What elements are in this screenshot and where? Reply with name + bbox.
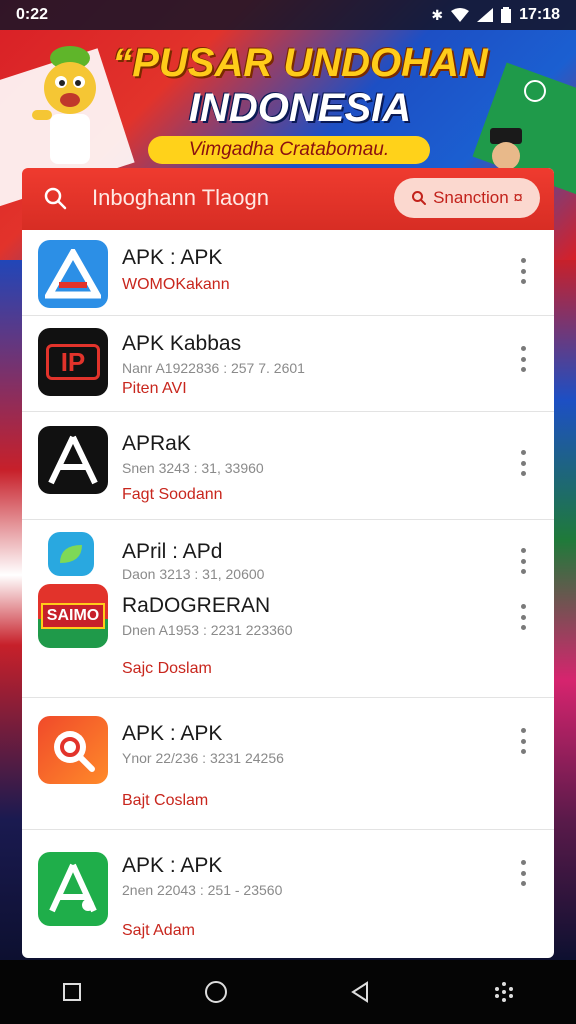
app-meta: Nanr A1922836 : 257 7. 2601 [122,360,305,376]
home-button[interactable] [196,972,236,1012]
list-item[interactable]: APK : APK WOMOKakann [22,232,554,316]
search-bar: Inboghann Tlaogn Snanction ¤ [22,168,554,230]
list-item[interactable]: APRaK Snen 3243 : 31, 33960 Fagt Soodann [22,412,554,520]
circle-icon [205,981,227,1003]
app-list-panel: Inboghann Tlaogn Snanction ¤ APK : APK W… [22,168,554,958]
search-button-icon [412,191,427,205]
dots-grid-icon [495,982,513,1002]
banner-title-secondary: INDONESIA [188,86,412,130]
apk-black-a-icon [38,426,108,494]
app-name: APK : APK [122,722,223,745]
app-name: APK : APK [122,246,223,269]
search-button[interactable]: Snanction ¤ [394,178,540,218]
list-item[interactable]: APK : APK 2nen 22043 : 251 - 23560 Sajt … [22,830,554,958]
more-options-icon[interactable] [516,604,530,630]
app-tag: Sajt Adam [122,922,195,939]
list-item[interactable]: APril : APd Daon 3213 : 31, 20600 SAIMO … [22,520,554,698]
green-a-icon [38,852,108,926]
square-icon [63,983,81,1001]
app-tag: Piten AVI [122,380,187,397]
app-tag: Sajc Doslam [122,660,212,677]
recent-apps-button[interactable] [52,972,92,1012]
search-icon[interactable] [42,185,68,211]
more-options-icon[interactable] [516,450,530,476]
status-bar: 0:22 ✱ 17:18 [0,0,576,30]
orange-search-icon [38,716,108,784]
wifi-icon [451,8,470,22]
app-meta: Ynor 22/236 : 3231 24256 [122,750,284,766]
apk-blue-a-icon [38,240,108,308]
signal-icon [477,8,494,22]
more-options-icon[interactable] [516,860,530,886]
saimo-icon: SAIMO [38,584,108,648]
status-time-right: 17:18 [519,6,560,23]
app-tag: WOMOKakann [122,276,230,293]
saimo-logo: SAIMO [40,603,106,629]
search-button-label: Snanction ¤ [433,188,523,207]
list-item[interactable]: APK : APK Ynor 22/236 : 3231 24256 Bajt … [22,698,554,830]
green-leaf-icon [48,532,94,576]
system-nav-bar [0,960,576,1024]
app-meta: Daon 3213 : 31, 20600 [122,566,265,582]
more-options-icon[interactable] [516,346,530,372]
app-name: APK : APK [122,854,223,877]
app-tag: Bajt Coslam [122,792,209,809]
bluetooth-icon: ✱ [431,6,444,23]
status-icons: ✱ 17:18 [431,6,560,24]
banner-circle-icon[interactable] [524,80,546,102]
app-meta: Snen 3243 : 31, 33960 [122,460,264,476]
assistant-button[interactable] [484,972,524,1012]
app-name: APril : APd [122,540,223,563]
search-input[interactable]: Inboghann Tlaogn [92,185,269,211]
app-meta: 2nen 22043 : 251 - 23560 [122,882,283,898]
promo-banner: “PUSAR UNDOHAN INDONESIA Vimgadha Cratab… [0,30,576,198]
more-options-icon[interactable] [516,258,530,284]
app-meta: Dnen A1953 : 2231 223360 [122,622,293,638]
app-name: RaDOGRERAN [122,594,271,617]
mascot-illustration [32,46,96,164]
ip-red-icon: IP [38,328,108,396]
status-time-left: 0:22 [16,6,49,23]
back-button[interactable] [340,972,380,1012]
list-item[interactable]: IP APK Kabbas Nanr A1922836 : 257 7. 260… [22,316,554,412]
app-name: APK Kabbas [122,332,242,355]
more-options-icon[interactable] [516,728,530,754]
app-name: APRaK [122,432,191,455]
more-options-icon[interactable] [516,548,530,574]
battery-icon [501,7,512,23]
banner-title: “PUSAR UNDOHAN [112,41,488,85]
app-tag: Fagt Soodann [122,486,223,503]
triangle-back-icon [351,981,368,1003]
banner-subtitle: Vimgadha Cratabomau. [148,136,430,164]
ip-logo: IP [46,344,100,380]
